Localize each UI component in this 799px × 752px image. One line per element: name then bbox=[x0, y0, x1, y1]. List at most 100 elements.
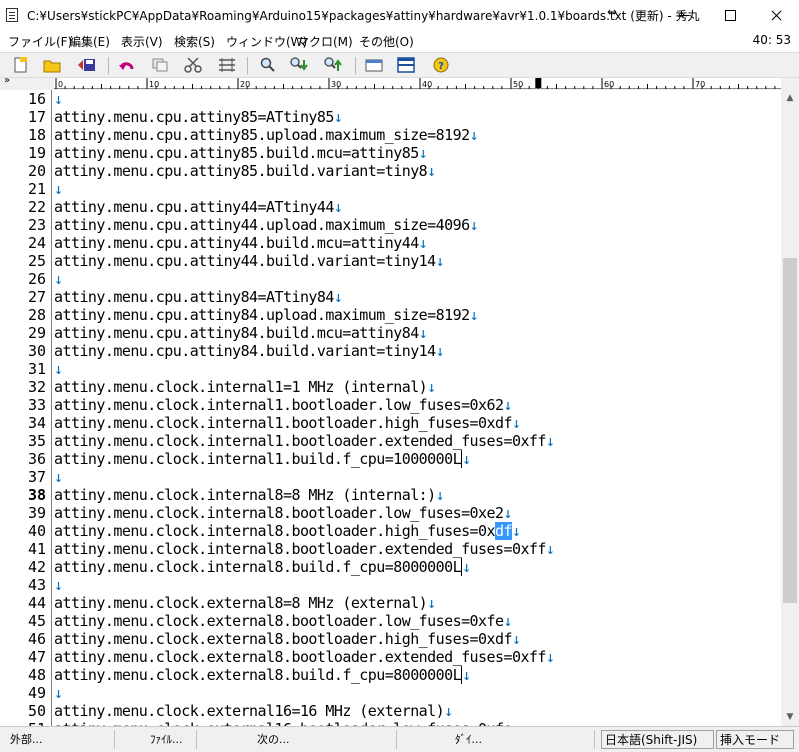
cut-icon[interactable] bbox=[183, 56, 203, 74]
editor-line[interactable]: 50 attiny.menu.clock.external16=16 MHz (e… bbox=[0, 702, 781, 720]
editor-line[interactable]: 22 attiny.menu.cpu.attiny44=ATtiny44↓ bbox=[0, 198, 781, 216]
editor-line[interactable]: 43 ↓ bbox=[0, 576, 781, 594]
editor-line[interactable]: 44 attiny.menu.clock.external8=8 MHz (ext… bbox=[0, 594, 781, 612]
editor-line[interactable]: 29 attiny.menu.cpu.attiny84.build.mcu=att… bbox=[0, 324, 781, 342]
line-text[interactable]: ↓ bbox=[54, 360, 63, 378]
new-file-icon[interactable] bbox=[11, 56, 31, 74]
editor-line[interactable]: 18 attiny.menu.cpu.attiny85.upload.maximu… bbox=[0, 126, 781, 144]
menu-search[interactable]: 検索(S) bbox=[174, 33, 215, 50]
line-text[interactable]: ↓ bbox=[54, 576, 63, 594]
editor-line[interactable]: 33 attiny.menu.clock.internal1.bootloader… bbox=[0, 396, 781, 414]
undo-icon[interactable] bbox=[117, 56, 137, 74]
line-text[interactable]: ↓ bbox=[54, 684, 63, 702]
line-text[interactable]: ↓ bbox=[54, 180, 63, 198]
menu-file[interactable]: ファイル(F) bbox=[8, 33, 72, 50]
scroll-down-arrow-icon[interactable]: ▼ bbox=[781, 709, 799, 726]
copy-icon[interactable] bbox=[150, 56, 170, 74]
line-text[interactable]: attiny.menu.clock.internal8.bootloader.l… bbox=[54, 504, 513, 522]
close-button[interactable] bbox=[753, 0, 799, 30]
line-text[interactable]: attiny.menu.cpu.attiny84=ATtiny84↓ bbox=[54, 288, 343, 306]
open-folder-icon[interactable] bbox=[42, 56, 62, 74]
editor-line[interactable]: 45 attiny.menu.clock.external8.bootloader… bbox=[0, 612, 781, 630]
editor-line[interactable]: 42 attiny.menu.clock.internal8.build.f_cp… bbox=[0, 558, 781, 576]
editor-line[interactable]: 23 attiny.menu.cpu.attiny44.upload.maximu… bbox=[0, 216, 781, 234]
editor-line[interactable]: 32 attiny.menu.clock.internal1=1 MHz (int… bbox=[0, 378, 781, 396]
line-text[interactable]: attiny.menu.clock.internal1.bootloader.h… bbox=[54, 414, 521, 432]
menu-other[interactable]: その他(O) bbox=[359, 33, 414, 50]
editor-line[interactable]: 41 attiny.menu.clock.internal8.bootloader… bbox=[0, 540, 781, 558]
help-icon[interactable]: ? bbox=[431, 56, 451, 74]
line-text[interactable]: attiny.menu.clock.internal8.bootloader.e… bbox=[54, 540, 555, 558]
line-text[interactable]: attiny.menu.clock.internal8.bootloader.h… bbox=[54, 522, 521, 540]
window-icon[interactable] bbox=[364, 56, 384, 74]
editor-line[interactable]: 24 attiny.menu.cpu.attiny44.build.mcu=att… bbox=[0, 234, 781, 252]
line-text[interactable]: attiny.menu.clock.internal1=1 MHz (inter… bbox=[54, 378, 436, 396]
editor-line[interactable]: 46 attiny.menu.clock.external8.bootloader… bbox=[0, 630, 781, 648]
line-text[interactable]: ↓ bbox=[54, 270, 63, 288]
line-text[interactable]: attiny.menu.clock.internal1.build.f_cpu=… bbox=[54, 450, 471, 468]
scrollbar-thumb[interactable] bbox=[783, 258, 797, 603]
menu-view[interactable]: 表示(V) bbox=[121, 33, 163, 50]
save-icon[interactable] bbox=[76, 56, 96, 74]
editor-line[interactable]: 27 attiny.menu.cpu.attiny84=ATtiny84↓ bbox=[0, 288, 781, 306]
line-text[interactable]: ↓ bbox=[54, 90, 63, 108]
line-text[interactable]: attiny.menu.clock.external8.bootloader.e… bbox=[54, 648, 555, 666]
text-editor-area[interactable]: 16 ↓ 17 attiny.menu.cpu.attiny85=ATtiny85↓ 1… bbox=[0, 90, 781, 726]
ruler[interactable]: 0 10 20 30 40 50 60 70 bbox=[54, 78, 781, 89]
line-text[interactable]: attiny.menu.cpu.attiny85.build.mcu=attin… bbox=[54, 144, 428, 162]
line-text[interactable]: ↓ bbox=[54, 468, 63, 486]
line-text[interactable]: attiny.menu.clock.external8.bootloader.h… bbox=[54, 630, 521, 648]
editor-line[interactable]: 38 attiny.menu.clock.internal8=8 MHz (int… bbox=[0, 486, 781, 504]
editor-line[interactable]: 36 attiny.menu.clock.internal1.build.f_cp… bbox=[0, 450, 781, 468]
editor-line[interactable]: 40 attiny.menu.clock.internal8.bootloader… bbox=[0, 522, 781, 540]
line-text[interactable]: attiny.menu.cpu.attiny44.build.mcu=attin… bbox=[54, 234, 428, 252]
editor-line[interactable]: 16 ↓ bbox=[0, 90, 781, 108]
line-text[interactable]: attiny.menu.cpu.attiny84.build.variant=t… bbox=[54, 342, 445, 360]
editor-line[interactable]: 34 attiny.menu.clock.internal1.bootloader… bbox=[0, 414, 781, 432]
editor-line[interactable]: 20 attiny.menu.cpu.attiny85.build.variant… bbox=[0, 162, 781, 180]
status-dialog-button[interactable]: ﾀﾞｲ... bbox=[445, 730, 595, 749]
menu-macro[interactable]: マクロ(M) bbox=[297, 33, 353, 50]
maximize-button[interactable] bbox=[707, 0, 753, 30]
line-text[interactable]: attiny.menu.clock.external8.bootloader.l… bbox=[54, 612, 513, 630]
selected-text[interactable]: df bbox=[495, 522, 513, 540]
vertical-scrollbar[interactable]: ▲ ▼ bbox=[781, 78, 799, 726]
editor-line[interactable]: 28 attiny.menu.cpu.attiny84.upload.maximu… bbox=[0, 306, 781, 324]
line-text[interactable]: attiny.menu.cpu.attiny85.build.variant=t… bbox=[54, 162, 436, 180]
editor-line[interactable]: 47 attiny.menu.clock.external8.bootloader… bbox=[0, 648, 781, 666]
line-text[interactable]: attiny.menu.cpu.attiny85=ATtiny85↓ bbox=[54, 108, 343, 126]
hidemaru-app-icon[interactable] bbox=[6, 8, 18, 22]
line-text[interactable]: attiny.menu.cpu.attiny85.upload.maximum_… bbox=[54, 126, 479, 144]
line-text[interactable]: attiny.menu.cpu.attiny84.build.mcu=attin… bbox=[54, 324, 428, 342]
line-text[interactable]: attiny.menu.cpu.attiny44.upload.maximum_… bbox=[54, 216, 479, 234]
editor-line[interactable]: 48 attiny.menu.clock.external8.build.f_cp… bbox=[0, 666, 781, 684]
editor-line[interactable]: 30 attiny.menu.cpu.attiny84.build.variant… bbox=[0, 342, 781, 360]
line-text[interactable]: attiny.menu.clock.external16=16 MHz (ext… bbox=[54, 702, 453, 720]
status-file-button[interactable]: ﾌｧｲﾙ... bbox=[140, 730, 197, 749]
status-external-button[interactable]: 外部... bbox=[0, 730, 115, 749]
split-window-icon[interactable] bbox=[396, 56, 416, 74]
find-next-icon[interactable] bbox=[289, 56, 309, 74]
editor-line[interactable]: 17 attiny.menu.cpu.attiny85=ATtiny85↓ bbox=[0, 108, 781, 126]
line-text[interactable]: attiny.menu.clock.internal8.build.f_cpu=… bbox=[54, 558, 471, 576]
editor-line[interactable]: 25 attiny.menu.cpu.attiny44.build.variant… bbox=[0, 252, 781, 270]
line-text[interactable]: attiny.menu.cpu.attiny84.upload.maximum_… bbox=[54, 306, 479, 324]
line-text[interactable]: attiny.menu.clock.internal8=8 MHz (inter… bbox=[54, 486, 445, 504]
find-prev-icon[interactable] bbox=[323, 56, 343, 74]
line-text[interactable]: attiny.menu.clock.internal1.bootloader.l… bbox=[54, 396, 513, 414]
line-text[interactable]: attiny.menu.clock.external8=8 MHz (exter… bbox=[54, 594, 436, 612]
line-text[interactable]: attiny.menu.clock.external8.build.f_cpu=… bbox=[54, 666, 471, 684]
editor-line[interactable]: 35 attiny.menu.clock.internal1.bootloader… bbox=[0, 432, 781, 450]
editor-line[interactable]: 21 ↓ bbox=[0, 180, 781, 198]
title-bar[interactable]: C:¥Users¥stickPC¥AppData¥Roaming¥Arduino… bbox=[0, 0, 799, 30]
status-next-button[interactable]: 次の... bbox=[247, 730, 397, 749]
ruler-chevron-icon[interactable]: » bbox=[4, 75, 10, 86]
scroll-up-arrow-icon[interactable]: ▲ bbox=[781, 90, 799, 107]
paste-icon[interactable] bbox=[217, 56, 237, 74]
editor-line[interactable]: 26 ↓ bbox=[0, 270, 781, 288]
line-text[interactable]: attiny.menu.cpu.attiny44.build.variant=t… bbox=[54, 252, 445, 270]
minimize-button[interactable] bbox=[661, 0, 707, 30]
editor-line[interactable]: 19 attiny.menu.cpu.attiny85.build.mcu=att… bbox=[0, 144, 781, 162]
line-text[interactable]: attiny.menu.clock.internal1.bootloader.e… bbox=[54, 432, 555, 450]
insert-mode-indicator[interactable]: 挿入モード bbox=[716, 730, 794, 749]
